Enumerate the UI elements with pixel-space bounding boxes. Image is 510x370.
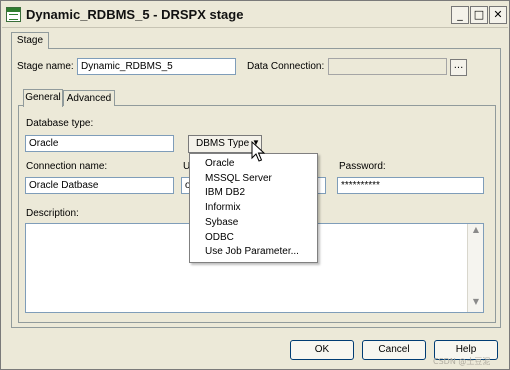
stage-name-label: Stage name:: [17, 61, 74, 72]
connection-name-label: Connection name:: [26, 161, 108, 172]
connection-name-field[interactable]: Oracle Datbase: [25, 177, 174, 194]
minimize-button[interactable]: _: [451, 6, 469, 24]
tab-advanced[interactable]: Advanced: [63, 90, 115, 106]
scroll-up-arrow-icon[interactable]: ▲: [468, 225, 484, 239]
menu-item-mssql-server[interactable]: MSSQL Server: [205, 173, 272, 184]
database-type-field[interactable]: Oracle: [25, 135, 174, 152]
database-type-label: Database type:: [26, 118, 94, 129]
description-scrollbar[interactable]: ▲ ▼: [467, 224, 483, 312]
browse-connection-button[interactable]: ...: [450, 59, 467, 76]
tab-general[interactable]: General: [23, 89, 63, 107]
maximize-button[interactable]: □: [470, 6, 488, 24]
window-title: Dynamic_RDBMS_5 - DRSPX stage: [26, 7, 244, 22]
menu-item-oracle[interactable]: Oracle: [205, 158, 234, 169]
watermark-text: CSDN @土豆泥: [433, 357, 491, 366]
dbms-type-dropdown-menu: Oracle MSSQL Server IBM DB2 Informix Syb…: [189, 153, 318, 263]
dbms-type-label: DBMS Type: [196, 138, 250, 149]
cancel-button[interactable]: Cancel: [362, 340, 426, 360]
stage-name-field[interactable]: Dynamic_RDBMS_5: [77, 58, 236, 75]
title-bar[interactable]: Dynamic_RDBMS_5 - DRSPX stage _ □ ✕: [2, 2, 508, 28]
password-field[interactable]: **********: [337, 177, 484, 194]
stage-dialog-window: Dynamic_RDBMS_5 - DRSPX stage _ □ ✕ Stag…: [0, 0, 510, 370]
menu-item-sybase[interactable]: Sybase: [205, 217, 238, 228]
mouse-pointer-icon: [251, 141, 265, 162]
description-label: Description:: [26, 208, 79, 219]
ok-button[interactable]: OK: [290, 340, 354, 360]
close-button[interactable]: ✕: [489, 6, 507, 24]
tab-stage[interactable]: Stage: [11, 32, 49, 49]
scroll-down-arrow-icon[interactable]: ▼: [468, 297, 484, 311]
data-connection-field: [328, 58, 447, 75]
menu-item-use-job-parameter[interactable]: Use Job Parameter...: [205, 246, 299, 257]
data-connection-label: Data Connection:: [247, 61, 325, 72]
password-label: Password:: [339, 161, 386, 172]
menu-item-ibm-db2[interactable]: IBM DB2: [205, 187, 245, 198]
menu-item-odbc[interactable]: ODBC: [205, 232, 234, 243]
stage-grid-icon: [6, 7, 21, 22]
menu-item-informix[interactable]: Informix: [205, 202, 241, 213]
